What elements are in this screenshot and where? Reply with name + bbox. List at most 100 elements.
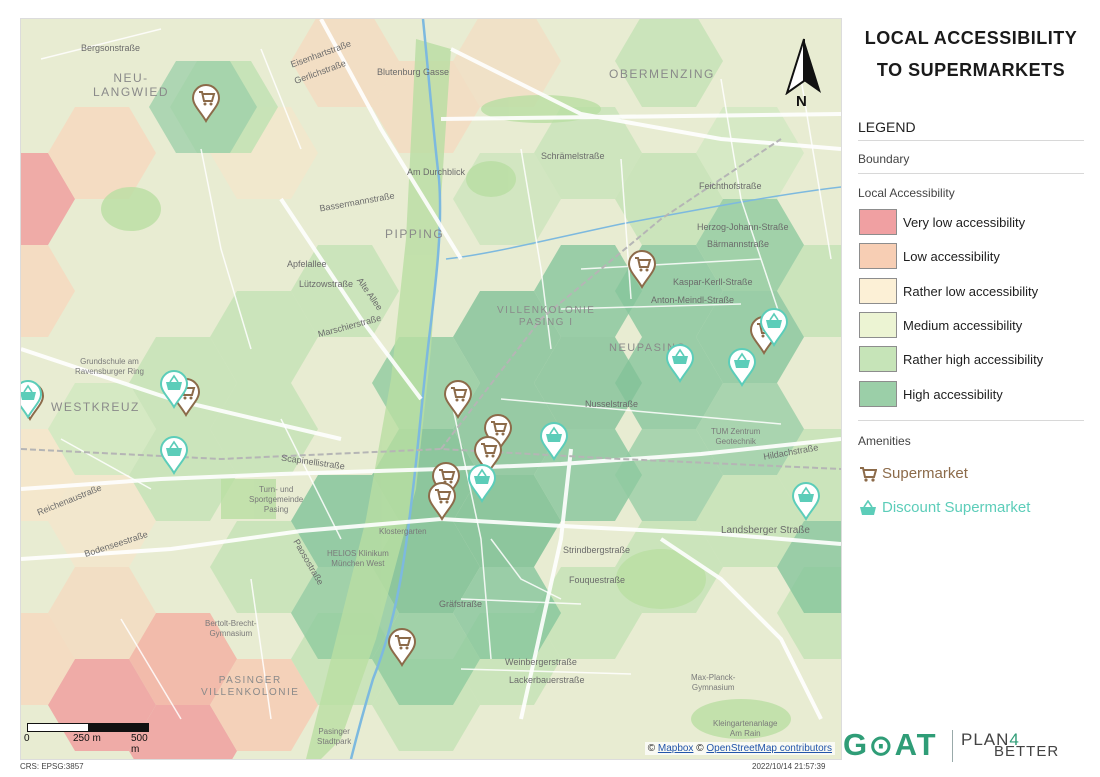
street-label: Nusselstraße <box>585 399 639 409</box>
copyright-symbol: © <box>696 743 704 754</box>
district-villenkolonie-pasing: VILLENKOLONIE PASING I <box>497 305 596 328</box>
discount-supermarket-marker[interactable] <box>539 421 569 461</box>
legend-label: Very low accessibility <box>903 215 1026 230</box>
shopping-basket-icon <box>159 370 189 409</box>
legend-label: Rather high accessibility <box>903 352 1044 368</box>
legend-label: Low accessibility <box>903 249 1000 265</box>
street-label: Feichthofstraße <box>699 181 762 191</box>
street-label: Schrämelstraße <box>541 151 605 161</box>
copyright-symbol: © <box>647 743 656 754</box>
street-label: Blutenburg Gasse <box>377 67 450 77</box>
discount-supermarket-marker[interactable] <box>665 343 695 383</box>
map-attribution: © Mapbox © OpenStreetMap contributors <box>644 742 835 755</box>
shopping-cart-icon <box>387 628 417 667</box>
supermarket-marker[interactable] <box>191 83 221 123</box>
street-label: Strindbergstraße <box>563 545 631 555</box>
street-label: Kaspar-Kerll-Straße <box>673 277 753 287</box>
shopping-basket-icon <box>159 436 189 475</box>
legend-row: Rather low accessibility <box>858 277 1084 308</box>
legend-row: Medium accessibility <box>858 311 1084 342</box>
poi-label: HELIOS Klinikum München West <box>327 549 389 568</box>
street-label: Am Durchblick <box>407 167 466 177</box>
poi-label: Kleingartenanlage Am Rain <box>713 719 778 738</box>
legend-heading: LEGEND <box>858 119 1084 141</box>
legend-swatch <box>859 380 897 407</box>
north-label: N <box>796 93 807 110</box>
legend-swatch <box>859 243 897 270</box>
shopping-basket-icon <box>791 482 821 521</box>
shopping-basket-icon <box>727 348 757 387</box>
shopping-cart-icon <box>427 482 457 521</box>
scale-bar: 0 250 m 500 m <box>24 723 149 755</box>
discount-supermarket-marker[interactable] <box>467 463 497 503</box>
shopping-cart-icon <box>627 250 657 289</box>
amenity-label: Supermarket <box>882 465 968 482</box>
scale-label: 500 m <box>131 733 148 755</box>
street-label: Bärmannstraße <box>707 239 770 249</box>
legend-row: Rather high accessibility <box>858 346 1084 376</box>
amenity-label: Discount Supermarket <box>882 499 1031 516</box>
amenities-heading: Amenities <box>858 420 1084 455</box>
crs-label: CRS: EPSG:3857 <box>20 762 84 771</box>
poi-label: Grundschule am Ravensburger Ring <box>75 357 144 376</box>
legend-row: Low accessibility <box>858 243 1084 273</box>
legend-row: Very low accessibility <box>858 209 1084 239</box>
accessibility-heading: Local Accessibility <box>858 186 955 200</box>
map-layer <box>21 19 841 759</box>
shopping-basket-icon <box>21 380 43 419</box>
plan4better-logo-better: BETTER <box>994 743 1060 760</box>
mapbox-link[interactable]: Mapbox <box>658 743 694 754</box>
map-title: LOCAL ACCESSIBILITY TO SUPERMARKETS <box>864 28 1078 80</box>
discount-supermarket-marker[interactable] <box>21 379 43 419</box>
timestamp: 2022/10/14 21:57:39 <box>752 762 826 771</box>
shopping-basket-icon <box>539 422 569 461</box>
shopping-basket-icon <box>467 464 497 503</box>
district-neu-langwied: NEU- LANGWIED <box>93 71 170 99</box>
poi-label: Turn- und Sportgemeinde Pasing <box>249 485 304 514</box>
legend-label: High accessibility <box>903 386 1003 402</box>
scale-label: 0 <box>24 733 30 744</box>
legend-swatch <box>859 277 897 304</box>
poi-label: Pasinger Stadtpark <box>317 727 352 746</box>
north-arrow: N <box>783 37 825 110</box>
discount-supermarket-marker[interactable] <box>159 369 189 409</box>
street-label: Bergsonstraße <box>81 43 141 53</box>
shopping-cart-icon <box>443 380 473 419</box>
street-label: Lützowstraße <box>299 279 354 289</box>
discount-supermarket-marker[interactable] <box>791 481 821 521</box>
shopping-cart-icon <box>191 84 221 123</box>
supermarket-marker[interactable] <box>443 379 473 419</box>
shopping-cart-icon <box>860 467 877 482</box>
district-obermenzing: OBERMENZING <box>609 67 715 81</box>
legend-swatch <box>859 311 897 338</box>
legend-swatch <box>859 346 897 373</box>
street-label: Apfelallee <box>287 259 327 269</box>
boundary-label: Boundary <box>858 152 1084 174</box>
supermarket-marker[interactable] <box>387 627 417 667</box>
poi-label: TUM Zentrum Geotechnik <box>711 427 761 446</box>
street-label: Lackerbauerstraße <box>509 675 585 685</box>
street-label: Herzog-Johann-Straße <box>697 222 789 232</box>
discount-supermarket-marker[interactable] <box>727 347 757 387</box>
map-canvas[interactable]: NEU- LANGWIED OBERMENZING PIPPING VILLEN… <box>20 18 842 760</box>
street-label: Fouquestraße <box>569 575 626 585</box>
legend-swatch <box>859 209 897 235</box>
district-westkreuz: WESTKREUZ <box>51 400 140 414</box>
shopping-basket-icon <box>665 344 695 383</box>
scale-label: 250 m <box>73 733 101 744</box>
discount-supermarket-marker[interactable] <box>159 435 189 475</box>
north-arrow-icon <box>785 38 821 95</box>
discount-supermarket-marker[interactable] <box>759 307 789 347</box>
poi-label: Klostergarten <box>379 527 427 536</box>
poi-label: Bertolt-Brecht- Gymnasium <box>205 619 257 638</box>
legend-row: High accessibility <box>858 380 1084 411</box>
goat-logo: G⊙AT <box>843 727 938 762</box>
shopping-basket-icon <box>759 308 789 347</box>
legend-label: Medium accessibility <box>903 317 1023 333</box>
supermarket-marker[interactable] <box>627 249 657 289</box>
supermarket-marker[interactable] <box>427 481 457 521</box>
openstreetmap-link[interactable]: OpenStreetMap contributors <box>706 743 832 754</box>
street-label: Anton-Meindl-Straße <box>651 295 735 305</box>
poi-label: Max-Planck- Gymnasium <box>691 673 736 692</box>
logo-divider <box>952 730 953 762</box>
